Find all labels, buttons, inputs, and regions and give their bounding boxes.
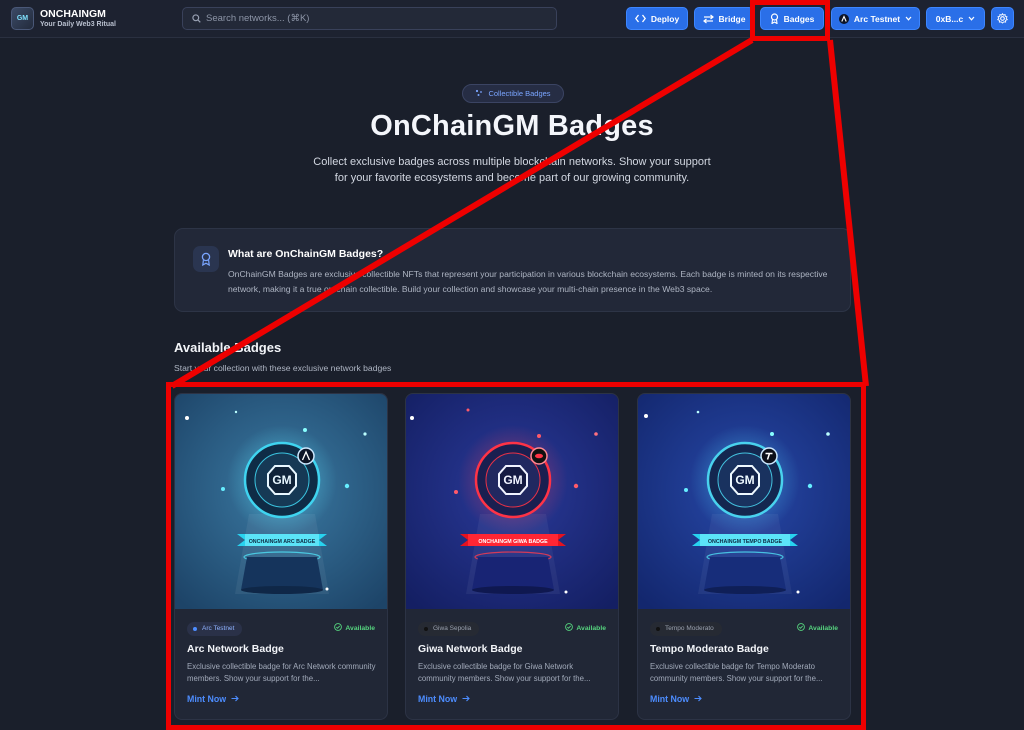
info-panel: What are OnChainGM Badges? OnChainGM Bad…	[174, 228, 851, 312]
brand-tagline: Your Daily Web3 Ritual	[40, 20, 116, 28]
badge-emblem: GM	[272, 473, 291, 487]
search-icon	[192, 10, 201, 28]
network-tag: Giwa Sepolia	[418, 622, 480, 636]
mint-now-label: Mint Now	[418, 694, 458, 704]
bridge-button[interactable]: Bridge	[694, 7, 754, 30]
status-badge: Available	[334, 623, 375, 633]
top-bar: GM ONCHAINGM Your Daily Web3 Ritual Depl…	[0, 0, 1024, 38]
arc-logo-icon	[838, 13, 849, 24]
badge-artwork: GM ONCHAINGM GIWA BADGE	[406, 394, 618, 609]
wallet-button[interactable]: 0xB...c	[926, 7, 985, 30]
arrow-right-icon	[462, 694, 470, 704]
badge-emblem: GM	[503, 473, 522, 487]
status-label: Available	[345, 624, 375, 632]
badge-card-tempo[interactable]: GM ONCHAINGM TEMPO BADGE Tempo Moderato …	[637, 393, 851, 720]
wallet-address: 0xB...c	[935, 13, 964, 24]
badge-artwork: GM ONCHAINGM ARC BADGE	[175, 394, 387, 609]
search-bar[interactable]	[182, 7, 557, 30]
check-circle-icon	[565, 623, 574, 633]
badge-card-arc[interactable]: GM ONCHAINGM ARC BADGE Arc Testnet Avail…	[174, 393, 388, 720]
page-title: OnChainGM Badges	[370, 110, 654, 142]
network-dot	[424, 627, 428, 631]
card-title: Tempo Moderato Badge	[650, 643, 769, 655]
section-subtitle: Start your collection with these exclusi…	[174, 363, 392, 373]
badge-banner-text: ONCHAINGM ARC BADGE	[249, 539, 316, 545]
check-circle-icon	[797, 623, 806, 633]
badge-card-giwa[interactable]: GM ONCHAINGM GIWA BADGE Giwa Sepolia Ava…	[405, 393, 619, 720]
code-icon	[634, 14, 646, 23]
deploy-button[interactable]: Deploy	[626, 7, 688, 30]
page-subtitle: Collect exclusive badges across multiple…	[313, 156, 711, 184]
bridge-label: Bridge	[718, 13, 746, 24]
mint-now-link[interactable]: Mint Now	[187, 694, 239, 704]
network-label: Arc Testnet	[853, 13, 901, 24]
card-description: Exclusive collectible badge for Giwa Net…	[418, 662, 591, 683]
network-tag-label: Tempo Moderato	[665, 625, 714, 632]
mint-now-label: Mint Now	[187, 694, 227, 704]
info-body: OnChainGM Badges are exclusive collectib…	[228, 269, 828, 294]
network-tag: Arc Testnet	[187, 622, 243, 636]
card-description: Exclusive collectible badge for Tempo Mo…	[650, 662, 823, 683]
settings-button[interactable]	[991, 7, 1014, 30]
arrow-right-icon	[694, 694, 702, 704]
network-dot	[193, 627, 197, 631]
sparkle-icon	[475, 89, 483, 99]
status-label: Available	[576, 624, 606, 632]
info-title: What are OnChainGM Badges?	[228, 248, 384, 260]
mint-now-link[interactable]: Mint Now	[418, 694, 470, 704]
badge-artwork: GM ONCHAINGM TEMPO BADGE	[638, 394, 850, 609]
network-tag-label: Giwa Sepolia	[433, 625, 472, 632]
card-title: Giwa Network Badge	[418, 643, 523, 655]
award-icon	[770, 13, 779, 24]
card-title: Arc Network Badge	[187, 643, 284, 655]
badges-button[interactable]: Badges	[760, 7, 824, 30]
deploy-label: Deploy	[650, 13, 680, 24]
brand[interactable]: GM ONCHAINGM Your Daily Web3 Ritual	[11, 7, 116, 30]
check-circle-icon	[334, 623, 343, 633]
network-dot	[656, 627, 660, 631]
badges-label: Badges	[783, 13, 815, 24]
search-input[interactable]	[206, 13, 526, 24]
mint-now-label: Mint Now	[650, 694, 690, 704]
badge-banner-text: ONCHAINGM TEMPO BADGE	[708, 539, 783, 545]
network-selector[interactable]: Arc Testnet	[831, 7, 920, 30]
badge-banner-text: ONCHAINGM GIWA BADGE	[478, 539, 548, 545]
network-tag: Tempo Moderato	[650, 622, 722, 636]
mint-now-link[interactable]: Mint Now	[650, 694, 702, 704]
badge-emblem: GM	[735, 473, 754, 487]
pill-label: Collectible Badges	[488, 89, 551, 98]
collectible-badges-pill: Collectible Badges	[462, 84, 564, 103]
network-tag-label: Arc Testnet	[202, 625, 235, 632]
card-description: Exclusive collectible badge for Arc Netw…	[187, 662, 376, 683]
status-label: Available	[808, 624, 838, 632]
status-badge: Available	[565, 623, 606, 633]
chevron-down-icon	[968, 16, 975, 21]
arrow-right-icon	[231, 694, 239, 704]
brand-name: ONCHAINGM	[40, 7, 106, 20]
status-badge: Available	[797, 623, 838, 633]
award-icon	[193, 246, 219, 272]
swap-arrows-icon	[702, 14, 714, 24]
brand-logo: GM	[11, 7, 34, 30]
section-title: Available Badges	[174, 340, 282, 355]
gear-icon	[997, 13, 1008, 24]
chevron-down-icon	[905, 16, 912, 21]
